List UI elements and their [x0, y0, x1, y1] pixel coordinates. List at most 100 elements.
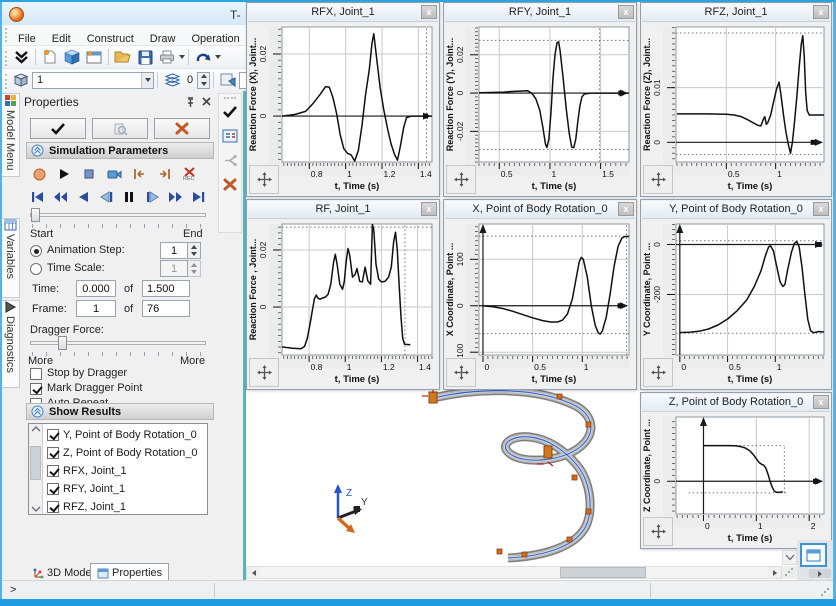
close-icon[interactable]: x — [421, 202, 437, 216]
section-show-results[interactable]: Show Results — [26, 403, 214, 420]
close-icon[interactable]: x — [421, 5, 437, 19]
slow-back-button[interactable] — [97, 188, 115, 206]
animation-step-spinner[interactable] — [188, 242, 201, 259]
3d-viewport[interactable]: Z Y — [246, 380, 646, 566]
fast-forward-button[interactable] — [166, 188, 184, 206]
time-scale-input[interactable] — [160, 260, 188, 277]
new-window-icon[interactable] — [84, 48, 104, 67]
camera-button[interactable] — [105, 165, 123, 183]
timeline-slider-thumb[interactable] — [31, 208, 40, 222]
skip-to-end-button[interactable] — [189, 188, 207, 206]
stop-by-dragger-checkbox[interactable] — [30, 368, 42, 380]
chart-window-rfx[interactable]: RFX, Joint_1x 0.811.21.400.02t, Time (s)… — [246, 2, 440, 197]
result-item[interactable]: RFY, Joint_1 — [47, 480, 125, 498]
layers-icon[interactable] — [162, 71, 182, 90]
cancel-button[interactable] — [154, 118, 210, 139]
close-icon[interactable]: x — [813, 395, 829, 409]
new-3d-model-icon[interactable] — [62, 48, 82, 67]
horizontal-scroll-thumb[interactable] — [560, 567, 646, 578]
preview-button[interactable] — [92, 118, 148, 139]
confirm-button[interactable] — [219, 102, 241, 123]
layer-spinner[interactable] — [197, 72, 210, 89]
mark-dragger-point-checkbox[interactable] — [30, 383, 42, 395]
scroll-right-icon[interactable] — [768, 567, 781, 578]
sidebar-tab-model-menu[interactable]: Model Menu — [1, 93, 20, 177]
ok-button[interactable] — [30, 118, 86, 139]
section-simulation-parameters[interactable]: Simulation Parameters — [26, 142, 214, 159]
jump-to-start-button[interactable] — [130, 165, 148, 183]
time-total-input[interactable] — [142, 280, 190, 297]
chart-title-bar[interactable]: Y, Point of Body Rotation_0x — [642, 201, 830, 219]
close-icon[interactable]: x — [813, 202, 829, 216]
resize-grip[interactable] — [820, 587, 829, 596]
restore-window-button[interactable] — [800, 543, 827, 567]
chart-title-bar[interactable]: RFY, Joint_1x — [445, 4, 635, 22]
toolbar-grip[interactable] — [5, 28, 8, 42]
filter-icon[interactable] — [218, 71, 238, 90]
open-file-icon[interactable] — [113, 48, 133, 67]
chevron-down-icon[interactable] — [141, 73, 153, 88]
jump-to-end-button[interactable] — [155, 165, 173, 183]
animation-step-input[interactable] — [160, 242, 188, 259]
close-icon[interactable] — [201, 96, 212, 110]
pin-icon[interactable] — [185, 96, 196, 111]
results-scrollbar[interactable] — [29, 424, 43, 514]
skip-to-start-button[interactable] — [28, 188, 46, 206]
record-button[interactable] — [30, 165, 48, 183]
save-icon[interactable] — [135, 48, 155, 67]
pan-button[interactable] — [249, 165, 279, 194]
close-icon[interactable]: x — [618, 5, 634, 19]
undo-icon[interactable] — [193, 48, 213, 67]
branch-button[interactable] — [219, 148, 241, 172]
timeline-slider-track[interactable] — [30, 213, 206, 217]
pan-button[interactable] — [446, 358, 476, 387]
chart-window-rfy[interactable]: RFY, Joint_1x 0.511.50.020-0.02t, Time (… — [443, 2, 637, 197]
chart-window-x-point[interactable]: X, Point of Body Rotation_0x 00.511000-1… — [443, 199, 637, 390]
undo-dropdown-icon[interactable] — [215, 55, 221, 59]
result-item[interactable]: RFZ, Joint_1 — [47, 498, 126, 516]
stop-button[interactable] — [80, 165, 98, 183]
pan-button[interactable] — [643, 358, 673, 387]
time-scale-radio[interactable] — [30, 263, 42, 275]
chart-title-bar[interactable]: RFZ, Joint_1x — [642, 4, 830, 22]
close-icon[interactable]: x — [813, 5, 829, 19]
sidebar-tab-diagnostics[interactable]: Diagnostics — [1, 300, 20, 388]
parameters-button[interactable] — [219, 123, 241, 148]
chart-window-z-point[interactable]: Z, Point of Body Rotation_0x 0120t, Time… — [640, 392, 832, 549]
scroll-corner-grip[interactable] — [782, 566, 797, 579]
chart-title-bar[interactable]: X, Point of Body Rotation_0x — [445, 201, 635, 219]
toolbar-grip[interactable] — [5, 74, 8, 89]
chart-title-bar[interactable]: RFX, Joint_1x — [248, 4, 438, 22]
command-prompt[interactable]: > — [10, 584, 16, 596]
frame-total-input[interactable] — [142, 300, 190, 317]
workspace-horizontal-scrollbar[interactable] — [246, 566, 782, 579]
result-item[interactable]: Y, Point of Body Rotation_0 — [47, 426, 197, 444]
result-checkbox[interactable] — [47, 501, 59, 513]
dragger-marker[interactable] — [422, 388, 437, 403]
print-dropdown-icon[interactable] — [179, 55, 185, 59]
time-scale-spinner[interactable] — [188, 260, 201, 277]
scroll-left-icon[interactable] — [247, 567, 260, 578]
pause-button[interactable] — [120, 188, 138, 206]
chart-title-bar[interactable]: RF, Joint_1x — [248, 201, 438, 219]
result-checkbox[interactable] — [47, 429, 59, 441]
chart-window-y-point[interactable]: Y, Point of Body Rotation_0x 00.510-200t… — [640, 199, 832, 390]
pan-button[interactable] — [249, 358, 279, 387]
step-back-button[interactable] — [74, 188, 92, 206]
chart-window-rfz[interactable]: RFZ, Joint_1x 0.510.010t, Time (s)Reacti… — [640, 2, 832, 197]
dock-pager[interactable] — [809, 569, 831, 578]
print-icon[interactable] — [157, 48, 177, 67]
result-checkbox[interactable] — [47, 483, 59, 495]
results-scroll-thumb[interactable] — [30, 446, 41, 480]
scroll-down-icon[interactable] — [782, 550, 797, 565]
sidebar-tab-variables[interactable]: Variables — [1, 218, 20, 298]
toolbar-grip[interactable] — [5, 51, 8, 66]
dragger-force-slider-thumb[interactable] — [58, 336, 67, 350]
result-item[interactable]: RFX, Joint_1 — [47, 462, 127, 480]
frame-value-input[interactable] — [76, 300, 116, 317]
result-checkbox[interactable] — [47, 465, 59, 477]
chart-title-bar[interactable]: Z, Point of Body Rotation_0x — [642, 394, 830, 412]
pan-button[interactable] — [643, 517, 673, 546]
dragger-force-slider-track[interactable] — [30, 341, 206, 345]
properties-panel-header[interactable]: Properties — [24, 95, 214, 114]
